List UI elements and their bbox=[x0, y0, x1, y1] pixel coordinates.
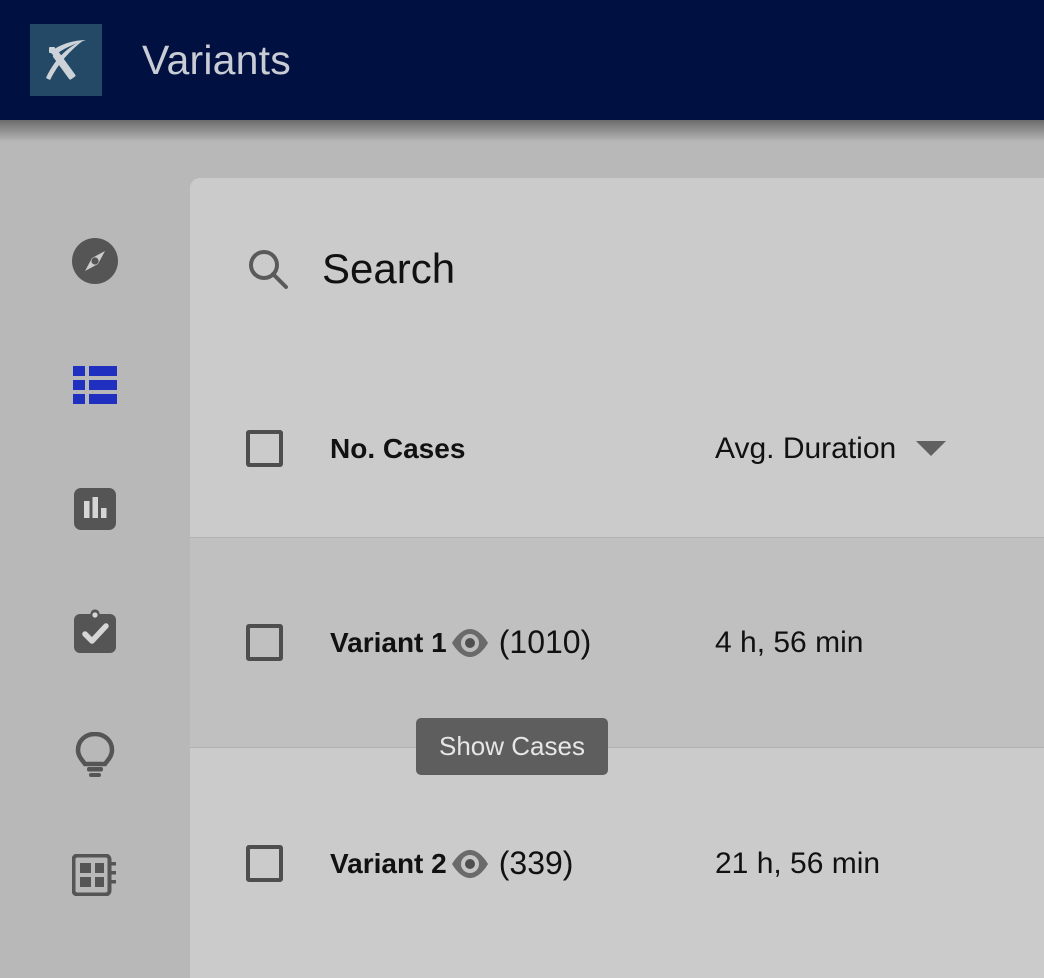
sidebar-item-statistics[interactable] bbox=[0, 479, 189, 539]
lightbulb-icon bbox=[75, 732, 114, 777]
variant-duration: 4 h, 56 min bbox=[715, 625, 864, 659]
column-header-cases-wrap: No. Cases bbox=[330, 433, 715, 465]
variant-case-count: (339) bbox=[498, 845, 574, 881]
sidebar-item-dashboard[interactable] bbox=[0, 845, 189, 905]
table-row[interactable]: Variant 2 (339) 21 h, 56 min bbox=[190, 749, 1044, 978]
tooltip-label: Show Cases bbox=[439, 731, 585, 761]
sidebar-item-explore[interactable] bbox=[0, 231, 189, 291]
variant-name-cell: Variant 1 (1010) bbox=[330, 624, 715, 662]
sidebar-item-insights[interactable] bbox=[0, 725, 189, 785]
variant-duration-cell: 21 h, 56 min bbox=[715, 847, 1015, 881]
app-header: Variants bbox=[0, 0, 1044, 142]
eye-icon[interactable] bbox=[451, 845, 489, 883]
variant-label: Variant 1 bbox=[330, 626, 447, 658]
page-title: Variants bbox=[142, 36, 291, 83]
column-header-duration: Avg. Duration bbox=[715, 431, 897, 465]
variants-panel: No. Cases Avg. Duration Variant 1 (1010)… bbox=[190, 178, 1044, 978]
compass-icon bbox=[71, 238, 118, 284]
clipboard-check-icon bbox=[73, 609, 116, 653]
bar-chart-icon bbox=[73, 488, 116, 530]
variant-case-count: (1010) bbox=[498, 624, 592, 660]
table-row[interactable]: Variant 1 (1010) 4 h, 56 min bbox=[190, 538, 1044, 748]
list-table-icon bbox=[72, 365, 117, 404]
variant-label: Variant 2 bbox=[330, 847, 447, 879]
chevron-down-icon[interactable] bbox=[916, 441, 947, 456]
search-input[interactable] bbox=[322, 244, 922, 293]
eye-icon[interactable] bbox=[451, 624, 489, 662]
variant-duration-cell: 4 h, 56 min bbox=[715, 626, 1015, 660]
table-header-row: No. Cases Avg. Duration bbox=[190, 359, 1044, 538]
sidebar-item-conformance[interactable] bbox=[0, 601, 189, 661]
tooltip-show-cases: Show Cases bbox=[416, 718, 608, 775]
search-icon bbox=[246, 247, 290, 291]
search-bar bbox=[190, 178, 1044, 359]
variant-duration: 21 h, 56 min bbox=[715, 846, 881, 880]
row-checkbox[interactable] bbox=[246, 624, 283, 661]
dashboard-chip-icon bbox=[71, 854, 116, 896]
column-header-cases: No. Cases bbox=[330, 432, 466, 464]
select-all-checkbox[interactable] bbox=[246, 430, 283, 467]
column-header-duration-wrap[interactable]: Avg. Duration bbox=[715, 432, 1015, 466]
variant-name-cell: Variant 2 (339) bbox=[330, 845, 715, 883]
sidebar bbox=[0, 120, 189, 958]
app-logo[interactable] bbox=[30, 24, 102, 96]
sidebar-item-variants[interactable] bbox=[0, 355, 189, 415]
pickaxe-icon bbox=[46, 40, 86, 80]
row-checkbox[interactable] bbox=[246, 845, 283, 882]
